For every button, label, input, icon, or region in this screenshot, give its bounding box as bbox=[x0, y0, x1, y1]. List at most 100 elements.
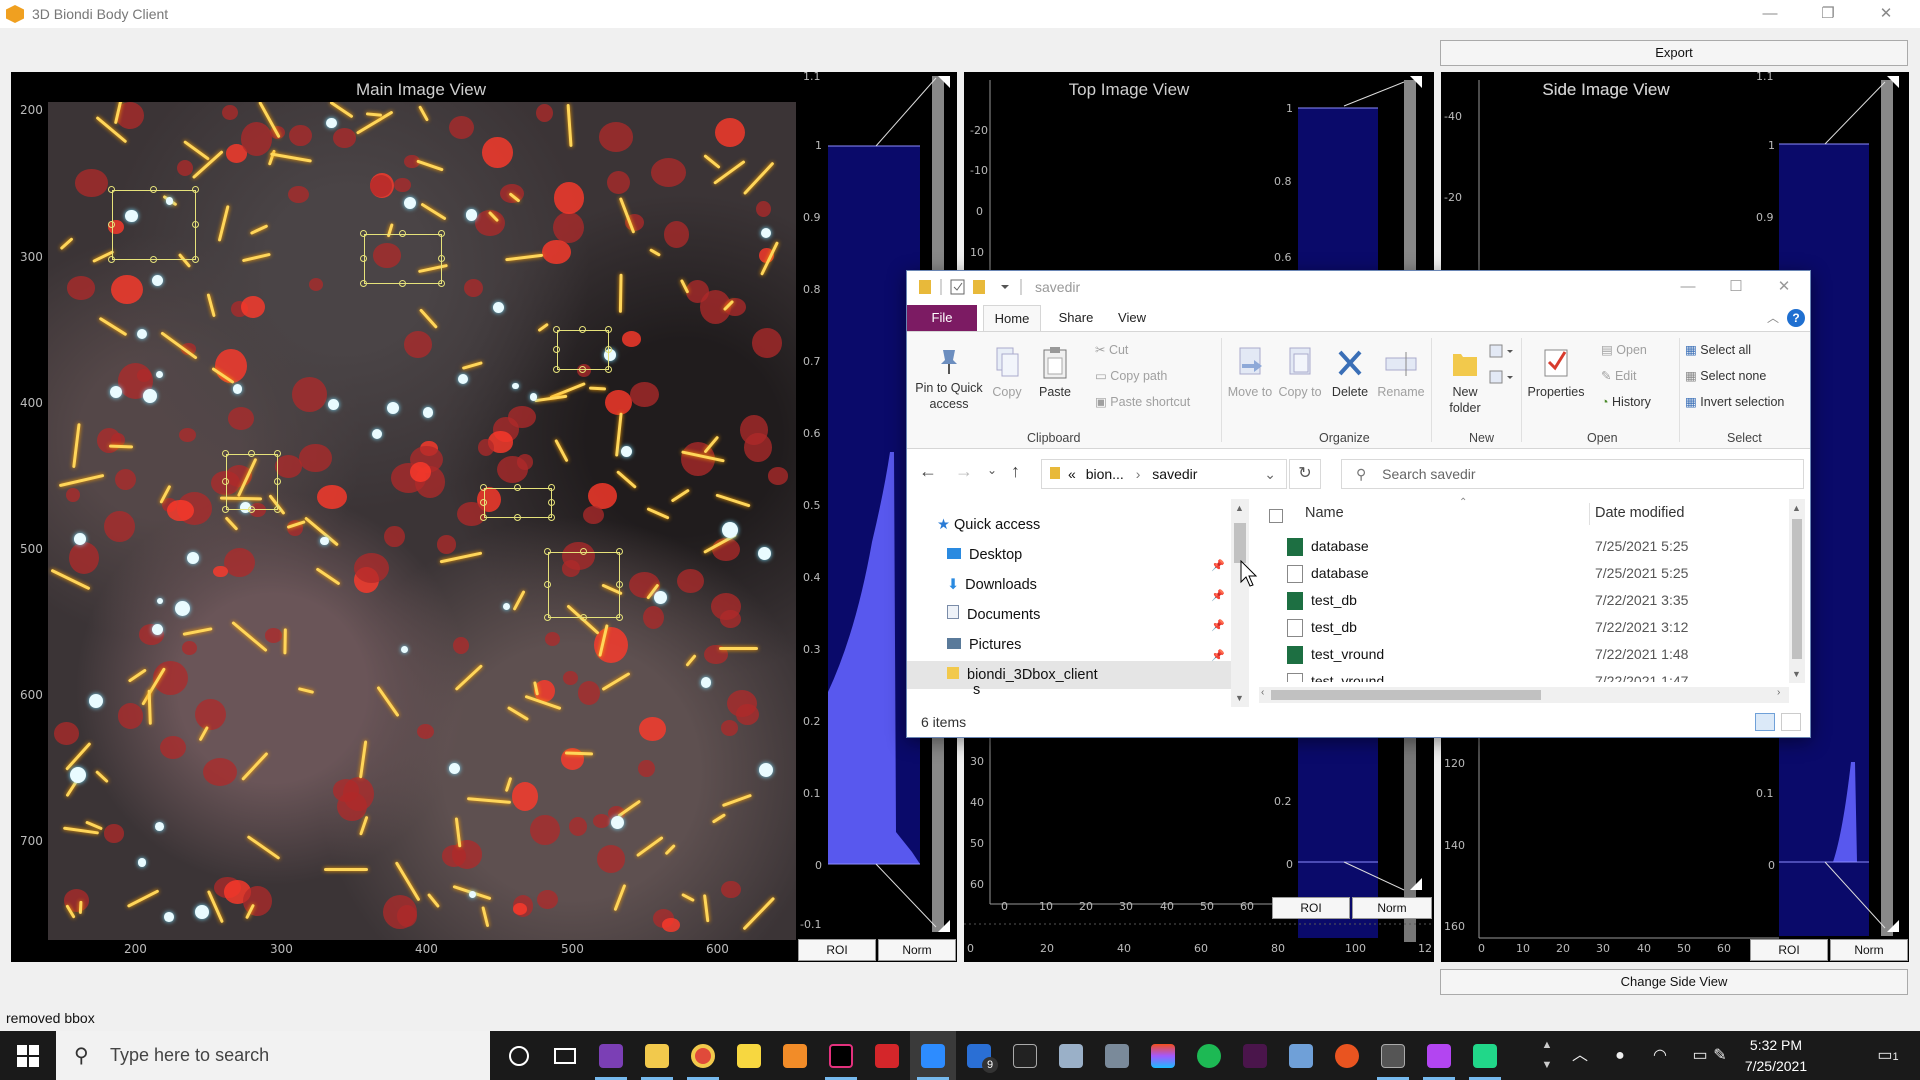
nav-item-pictures[interactable]: Pictures bbox=[947, 631, 1021, 659]
explorer-maximize-button[interactable]: ☐ bbox=[1713, 271, 1759, 303]
tab-share[interactable]: Share bbox=[1051, 305, 1101, 331]
taskbar-app-camera[interactable] bbox=[1048, 1031, 1094, 1080]
scroll-thumb[interactable] bbox=[1792, 519, 1802, 659]
taskbar-app-calculator[interactable] bbox=[1094, 1031, 1140, 1080]
change-side-view-button[interactable]: Change Side View bbox=[1440, 969, 1908, 995]
side-norm-button[interactable]: Norm bbox=[1830, 939, 1908, 961]
address-part[interactable]: bion... bbox=[1086, 466, 1124, 482]
nav-item-desktop[interactable]: Desktop bbox=[947, 541, 1022, 569]
large-icons-view-icon[interactable] bbox=[1781, 713, 1801, 731]
main-roi-button[interactable]: ROI bbox=[798, 939, 876, 961]
back-arrow-icon[interactable]: ← bbox=[919, 461, 937, 482]
bbox[interactable] bbox=[548, 552, 620, 618]
file-row[interactable]: test_db 7/22/2021 3:35 bbox=[1259, 587, 1789, 614]
export-button[interactable]: Export bbox=[1440, 40, 1908, 66]
main-norm-button[interactable]: Norm bbox=[878, 939, 956, 961]
column-header-date[interactable]: Date modified bbox=[1595, 505, 1684, 521]
tab-view[interactable]: View bbox=[1107, 305, 1157, 331]
bbox[interactable] bbox=[112, 190, 196, 260]
taskbar-app-onenote[interactable] bbox=[588, 1031, 634, 1080]
chevron-down-icon[interactable]: ⌄ bbox=[1264, 460, 1276, 488]
column-header-name[interactable]: Name bbox=[1305, 505, 1344, 521]
taskbar-app-slack[interactable] bbox=[1232, 1031, 1278, 1080]
scroll-thumb[interactable] bbox=[1234, 523, 1246, 563]
collapse-ribbon-icon[interactable]: ︿ bbox=[1767, 309, 1779, 326]
nav-item-biondi[interactable]: biondi_3Dbox_client bbox=[947, 661, 1098, 689]
chevron-up-icon[interactable]: ▲ bbox=[1792, 503, 1801, 513]
taskbar-app-pycharm[interactable] bbox=[1462, 1031, 1508, 1080]
taskbar-app-sublime[interactable] bbox=[772, 1031, 818, 1080]
paste-button[interactable]: Paste bbox=[1033, 346, 1077, 400]
address-bar[interactable]: « bion... › savedir ⌄ bbox=[1041, 459, 1287, 489]
rename-button[interactable]: Rename bbox=[1375, 346, 1427, 400]
taskbar-app-mail[interactable]: 9 bbox=[956, 1031, 1002, 1080]
pin-quick-access-button[interactable]: Pin to Quick access bbox=[913, 346, 985, 412]
pen-icon[interactable]: ✎ bbox=[1704, 1031, 1736, 1080]
chevron-up-icon[interactable]: ▲ bbox=[1235, 503, 1244, 513]
properties-button[interactable]: Properties bbox=[1525, 346, 1587, 400]
bbox[interactable] bbox=[226, 454, 278, 510]
main-image[interactable] bbox=[48, 102, 796, 940]
taskbar-app-acrobat[interactable] bbox=[864, 1031, 910, 1080]
nav-quick-access[interactable]: ★ Quick access bbox=[937, 511, 1040, 539]
explorer-minimize-button[interactable]: — bbox=[1665, 271, 1711, 303]
maximize-button[interactable]: ❐ bbox=[1800, 0, 1856, 28]
taskbar-app-chrome[interactable] bbox=[680, 1031, 726, 1080]
forward-arrow-icon[interactable]: → bbox=[955, 461, 973, 482]
file-row[interactable]: test_vround 7/22/2021 1:48 bbox=[1259, 641, 1789, 668]
up-arrow-icon[interactable]: ↑ bbox=[1011, 461, 1020, 482]
file-row[interactable]: database 7/25/2021 5:25 bbox=[1259, 533, 1789, 560]
bbox[interactable] bbox=[364, 234, 442, 284]
open-button[interactable]: ▤ Open bbox=[1601, 342, 1647, 358]
select-all-checkbox[interactable] bbox=[1269, 509, 1283, 523]
details-view-icon[interactable] bbox=[1755, 713, 1775, 731]
file-row[interactable]: test_db 7/22/2021 3:12 bbox=[1259, 614, 1789, 641]
nav-item-documents[interactable]: Documents bbox=[947, 601, 1040, 629]
taskbar-app-spotify[interactable] bbox=[1186, 1031, 1232, 1080]
help-icon[interactable]: ? bbox=[1787, 309, 1805, 327]
content-scrollbar[interactable]: ▲ ▼ bbox=[1789, 499, 1805, 683]
top-roi-button[interactable]: ROI bbox=[1272, 897, 1350, 919]
start-button[interactable] bbox=[0, 1031, 56, 1080]
history-button[interactable]: ◔ History bbox=[1601, 394, 1651, 410]
taskbar-app-explorer[interactable] bbox=[634, 1031, 680, 1080]
taskbar-app-ubuntu[interactable] bbox=[1324, 1031, 1370, 1080]
select-all-button[interactable]: ▦ Select all bbox=[1685, 342, 1751, 358]
top-norm-button[interactable]: Norm bbox=[1352, 897, 1432, 919]
nav-item-downloads[interactable]: ⬇ Downloads bbox=[947, 571, 1037, 599]
task-view-button[interactable] bbox=[542, 1031, 588, 1080]
taskbar-clock[interactable]: 5:32 PM 7/25/2021 bbox=[1736, 1035, 1816, 1077]
notification-center-button[interactable]: ▭1 bbox=[1860, 1031, 1916, 1080]
close-button[interactable]: ✕ bbox=[1858, 0, 1914, 28]
microphone-icon[interactable]: ● bbox=[1600, 1031, 1640, 1080]
edit-button[interactable]: ✎ Edit bbox=[1601, 368, 1637, 384]
move-to-button[interactable]: Move to bbox=[1227, 346, 1273, 400]
bbox[interactable] bbox=[484, 488, 552, 518]
paste-shortcut-button[interactable]: ▣ Paste shortcut bbox=[1095, 394, 1190, 410]
taskbar-app-window[interactable] bbox=[1370, 1031, 1416, 1080]
taskbar-app-zoom[interactable] bbox=[910, 1031, 956, 1080]
tab-file[interactable]: File bbox=[907, 305, 977, 331]
address-part[interactable]: savedir bbox=[1152, 466, 1197, 482]
file-row[interactable]: database 7/25/2021 5:25 bbox=[1259, 560, 1789, 587]
taskbar-scroll[interactable]: ▲ ▼ bbox=[1536, 1035, 1558, 1076]
horizontal-scrollbar[interactable]: ‹ › bbox=[1259, 687, 1789, 703]
taskbar-search-input[interactable]: ⚲ Type here to search bbox=[56, 1031, 490, 1080]
taskbar-app-sticky-notes[interactable] bbox=[726, 1031, 772, 1080]
refresh-button[interactable]: ↻ bbox=[1289, 459, 1321, 489]
nav-item-partial[interactable]: s bbox=[973, 683, 980, 697]
explorer-close-button[interactable]: ✕ bbox=[1761, 271, 1807, 303]
minimize-button[interactable]: — bbox=[1742, 0, 1798, 28]
chevron-down-icon[interactable]: ▼ bbox=[1235, 693, 1244, 703]
copy-button[interactable]: Copy bbox=[987, 346, 1027, 400]
show-hidden-icons-button[interactable]: ︿ bbox=[1560, 1031, 1600, 1080]
copy-to-button[interactable]: Copy to bbox=[1277, 346, 1323, 400]
file-row[interactable]: test_vround 7/22/2021 1:47 bbox=[1259, 668, 1789, 682]
column-divider[interactable] bbox=[1589, 503, 1590, 525]
search-input[interactable]: ⚲ Search savedir bbox=[1341, 459, 1804, 489]
chevron-down-icon[interactable]: ▼ bbox=[1792, 669, 1801, 679]
copy-path-button[interactable]: ▭ Copy path bbox=[1095, 368, 1167, 384]
cut-button[interactable]: ✂ Cut bbox=[1095, 342, 1128, 358]
taskbar-app-phpstorm[interactable] bbox=[1416, 1031, 1462, 1080]
side-roi-button[interactable]: ROI bbox=[1750, 939, 1828, 961]
